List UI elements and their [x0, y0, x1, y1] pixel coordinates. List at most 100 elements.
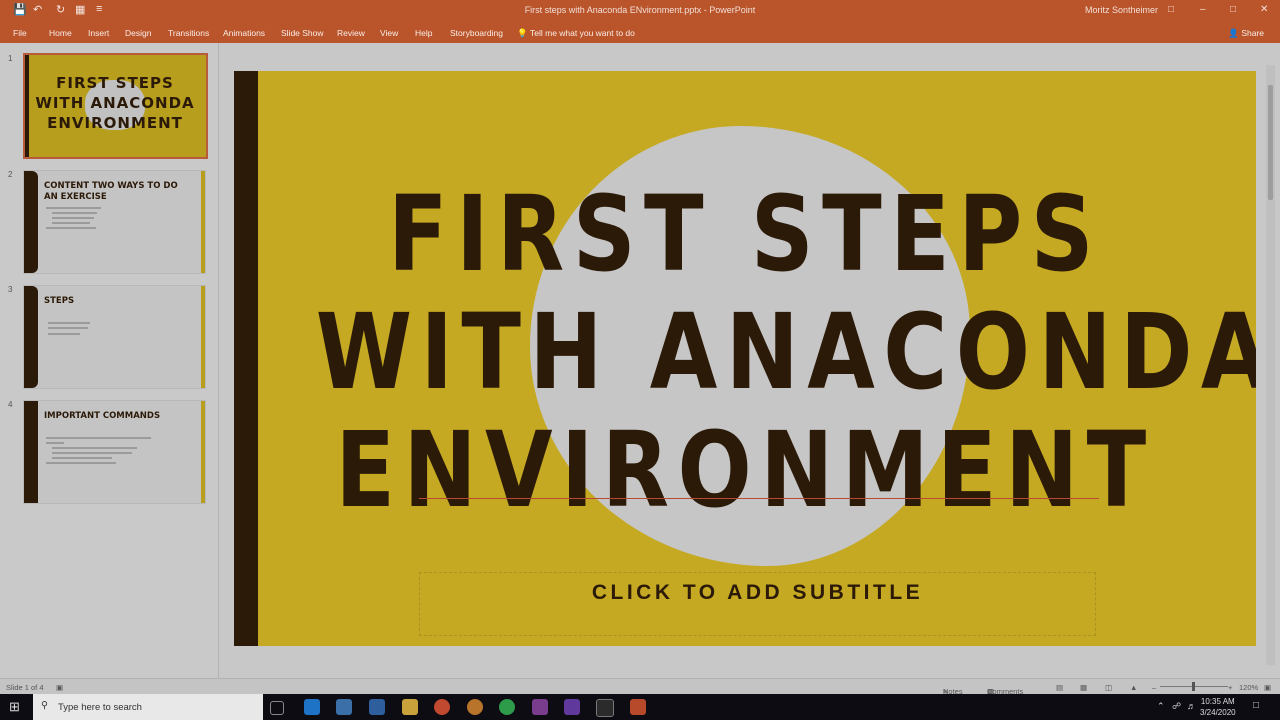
slide-sorter-icon[interactable]: ▦ — [1080, 683, 1087, 692]
thumbnail-text-line — [52, 457, 112, 459]
tab-transitions[interactable]: Transitions — [168, 28, 209, 38]
thumbnail-text-line — [46, 437, 151, 439]
thumbnail-right-bar — [201, 401, 205, 503]
lightbulb-icon: 💡 — [517, 28, 528, 38]
slideshow-icon[interactable]: ▲ — [1130, 683, 1137, 692]
powerpoint-icon[interactable] — [630, 699, 646, 715]
slide-title[interactable]: FIRST STEPS WITH ANACONDA ENVIRONMENT — [315, 173, 1256, 531]
thumbnail-text-line — [52, 222, 90, 224]
thumbnail-number: 4 — [8, 400, 13, 409]
title-bar: 💾 ↶ ↻ ▦ ≡ First steps with Anaconda ENvi… — [0, 0, 1280, 22]
thumbnail-title-line: ENVIRONMENT — [47, 114, 183, 132]
slide-thumbnail-1[interactable]: FIRST STEPS WITH ANACONDA ENVIRONMENT — [23, 53, 208, 159]
minimize-icon[interactable]: – — [1200, 4, 1206, 15]
thumbnail-title: FIRST STEPS WITH ANACONDA ENVIRONMENT — [27, 73, 203, 133]
zoom-out-icon[interactable]: – — [1152, 683, 1156, 692]
thumbnail-right-bar — [201, 286, 205, 388]
thumbnail-text-line — [48, 322, 90, 324]
person-icon: 👤 — [1228, 28, 1239, 38]
thumbnail-text-line — [52, 217, 94, 219]
thumbnail-text-line — [52, 212, 97, 214]
slide-accent-bar — [234, 71, 258, 646]
task-view-icon[interactable] — [270, 701, 284, 715]
thumbnail-title: IMPORTANT COMMANDS — [44, 411, 161, 421]
tab-view[interactable]: View — [380, 28, 398, 38]
user-name[interactable]: Moritz Sontheimer — [1085, 5, 1158, 15]
thumbnail-text-line — [46, 207, 101, 209]
search-placeholder: Type here to search — [58, 702, 142, 713]
thumbnail-number: 3 — [8, 285, 13, 294]
thumbnail-right-bar — [201, 171, 205, 273]
tab-insert[interactable]: Insert — [88, 28, 109, 38]
file-explorer-icon[interactable] — [402, 699, 418, 715]
tab-help[interactable]: Help — [415, 28, 432, 38]
maximize-icon[interactable]: □ — [1230, 4, 1236, 15]
slide-title-line: FIRST STEPS — [388, 173, 1102, 295]
thumbnail-title-line: FIRST STEPS — [56, 74, 174, 92]
scrollbar-thumb[interactable] — [1268, 85, 1273, 200]
clock-time: 10:35 AM — [1200, 697, 1235, 706]
visual-studio-icon[interactable] — [564, 699, 580, 715]
tab-animations[interactable]: Animations — [223, 28, 265, 38]
tab-slide-show[interactable]: Slide Show — [281, 28, 324, 38]
spotify-icon[interactable] — [499, 699, 515, 715]
thumbnail-number: 1 — [8, 54, 13, 63]
tab-file[interactable]: File — [13, 28, 27, 38]
zoom-slider-handle[interactable] — [1192, 682, 1195, 691]
slide-title-line: WITH ANACONDA — [315, 291, 1256, 413]
slide-thumbnail-2[interactable]: CONTENT TWO WAYS TO DO AN EXERCISE — [23, 170, 206, 274]
taskbar-clock[interactable]: 10:35 AM 3/24/2020 — [1200, 696, 1236, 718]
spellcheck-underline — [419, 498, 1099, 499]
slide-thumbnail-4[interactable]: IMPORTANT COMMANDS — [23, 400, 206, 504]
thumbnail-title-line: WITH ANACONDA — [35, 94, 195, 112]
clock-date: 3/24/2020 — [1200, 708, 1236, 717]
tab-design[interactable]: Design — [125, 28, 151, 38]
close-icon[interactable]: ✕ — [1260, 4, 1268, 15]
tab-home[interactable]: Home — [49, 28, 72, 38]
reading-view-icon[interactable]: ◫ — [1105, 683, 1112, 692]
slide-thumbnail-pane[interactable]: 1 FIRST STEPS WITH ANACONDA ENVIRONMENT … — [0, 43, 219, 678]
subtitle-placeholder[interactable]: CLICK TO ADD SUBTITLE — [419, 572, 1096, 636]
volume-icon[interactable]: ♬ — [1187, 701, 1196, 711]
blender-icon[interactable] — [467, 699, 483, 715]
normal-view-icon[interactable]: ▤ — [1056, 683, 1063, 692]
slide-title-line: ENVIRONMENT — [335, 409, 1155, 531]
show-hidden-icons-icon[interactable]: ⌃ — [1157, 701, 1165, 712]
ribbon-display-options-icon[interactable]: □ — [1168, 4, 1174, 15]
terminal-icon[interactable] — [596, 699, 614, 717]
slide-counter: Slide 1 of 4 — [6, 683, 44, 692]
thumbnail-text-line — [48, 327, 88, 329]
slide-thumbnail-3[interactable]: STEPS — [23, 285, 206, 389]
fit-to-window-icon[interactable]: ▣ — [1264, 683, 1271, 692]
onenote-icon[interactable] — [532, 699, 548, 715]
network-icon[interactable]: ☍ — [1172, 701, 1181, 712]
zoom-level[interactable]: 120% — [1239, 683, 1258, 692]
tab-storyboarding[interactable]: Storyboarding — [450, 28, 503, 38]
store-icon[interactable] — [336, 699, 352, 715]
tell-me-search[interactable]: Tell me what you want to do — [530, 28, 635, 38]
zoom-in-icon[interactable]: + — [1228, 683, 1232, 692]
taskbar-search[interactable]: ⚲ Type here to search — [33, 694, 263, 720]
spelling-icon[interactable]: ▣ — [56, 683, 63, 692]
windows-taskbar: ⊞ ⚲ Type here to search ⌃ ☍ ♬ 10:35 AM 3… — [0, 694, 1280, 720]
status-bar: Slide 1 of 4 ▣ ≡ Notes ▩ Comments ▤ ▦ ◫ … — [0, 678, 1280, 696]
thumbnail-accent-bar — [24, 401, 38, 503]
mail-icon[interactable] — [369, 699, 385, 715]
thumbnail-text-line — [46, 442, 64, 444]
chrome-icon[interactable] — [434, 699, 450, 715]
thumbnail-accent-bar — [24, 286, 38, 388]
search-icon: ⚲ — [41, 700, 48, 711]
share-button[interactable]: 👤 Share — [1228, 28, 1264, 39]
tab-review[interactable]: Review — [337, 28, 365, 38]
thumbnail-text-line — [52, 447, 137, 449]
edge-icon[interactable] — [304, 699, 320, 715]
thumbnail-title: CONTENT TWO WAYS TO DO AN EXERCISE — [44, 181, 178, 202]
thumbnail-text-line — [46, 227, 96, 229]
notifications-icon[interactable]: □ — [1253, 700, 1259, 711]
thumbnail-title: STEPS — [44, 296, 75, 306]
thumbnail-number: 2 — [8, 170, 13, 179]
main-slide[interactable]: FIRST STEPS WITH ANACONDA ENVIRONMENT CL… — [234, 71, 1256, 646]
thumbnail-text-line — [46, 462, 116, 464]
windows-start-icon[interactable]: ⊞ — [9, 699, 20, 715]
ribbon-tabs: File Home Insert Design Transitions Anim… — [0, 22, 1280, 43]
